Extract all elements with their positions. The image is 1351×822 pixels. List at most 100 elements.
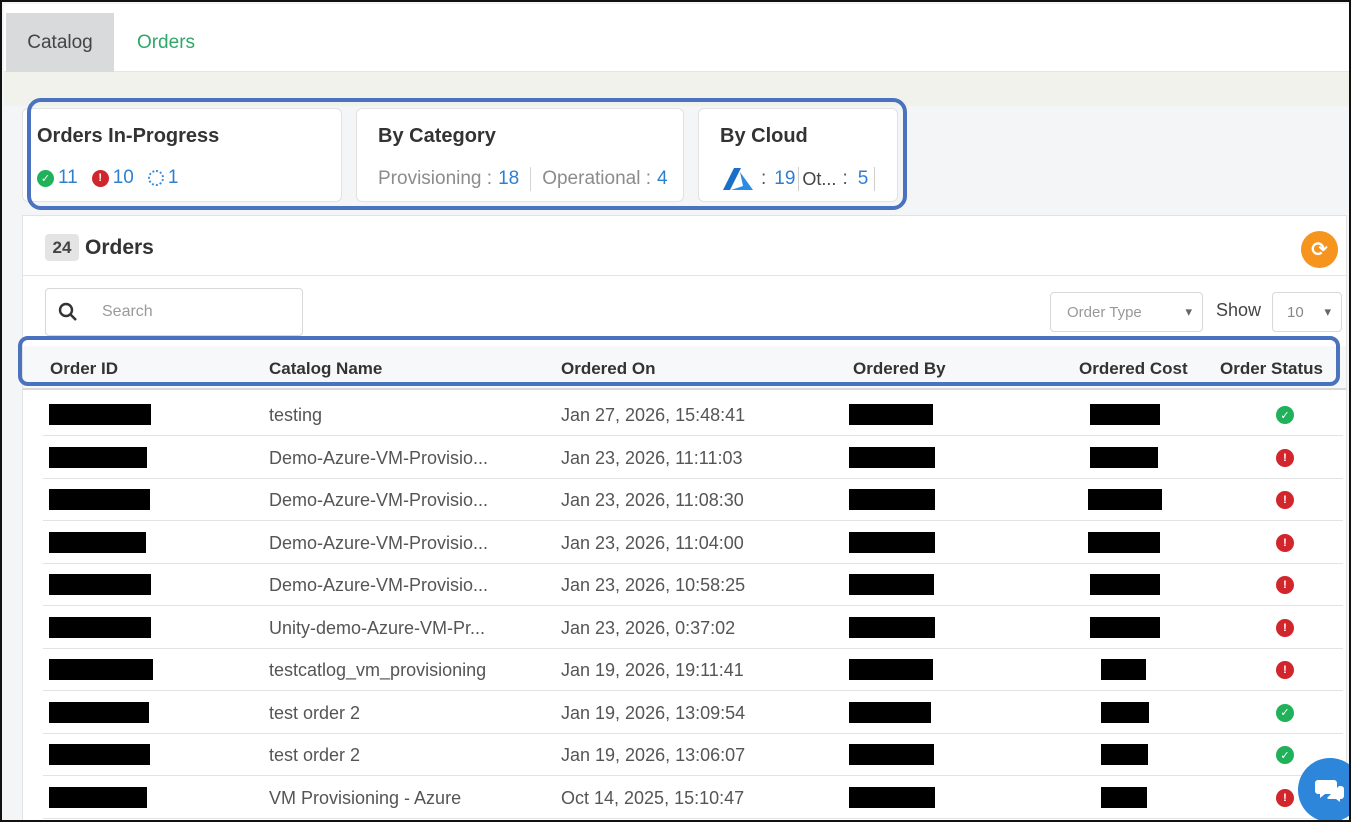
chat-icon [1315,780,1344,802]
chevron-down-icon: ▾ [1185,304,1192,319]
by-cloud-card: By Cloud : 19 Ot... : 5 [698,108,898,202]
order-id-redacted[interactable] [49,574,151,595]
order-id-redacted[interactable] [49,659,153,680]
other-cloud-count[interactable]: 5 [858,168,869,190]
by-category-card: By Category Provisioning : 18 Operationa… [356,108,684,202]
ordered-by-redacted [849,701,931,723]
column-header-order-id[interactable]: Order ID [50,359,118,379]
orders-header: 24 Orders ⟳ [23,216,1346,276]
exclamation-circle-icon[interactable]: ! [1276,491,1294,509]
catalog-name-cell: test order 2 [269,702,361,723]
catalog-name-cell: testing [269,405,323,425]
ordered-on-cell: Jan 23, 2026, 11:04:00 [561,532,744,553]
order-type-select[interactable]: Order Type ▾ [1050,292,1203,332]
table-row[interactable]: Demo-Azure-VM-Provisio... Jan 23, 2026, 1… [43,564,1343,606]
ordered-on-cell: Jan 19, 2026, 13:09:54 [561,702,746,723]
exclamation-circle-icon[interactable]: ! [1276,788,1294,807]
toolbar-strip [4,72,1349,106]
orders-panel: 24 Orders ⟳ Order Type ▾ Show 10 ▾ Order… [22,215,1347,820]
ordered-on-cell: Jan 27, 2026, 15:48:41 [561,405,746,425]
refresh-button[interactable]: ⟳ [1301,231,1338,268]
ordered-cost-redacted [1090,616,1160,638]
divider [798,167,800,191]
check-circle-icon[interactable]: ✓ [1276,746,1294,764]
ordered-by-redacted [849,404,933,425]
table-row[interactable]: testing Jan 27, 2026, 15:48:41 ✓ [43,394,1343,436]
show-label: Show [1216,300,1262,320]
success-count[interactable]: 11 [58,167,78,189]
page-size-select[interactable]: 10 ▾ [1272,292,1342,332]
table-row[interactable]: Unity-demo-Azure-VM-Pr... Jan 23, 2026, 0… [43,607,1343,649]
search-input[interactable] [102,303,272,321]
page-size-value: 10 [1287,303,1304,321]
exclamation-circle-icon[interactable]: ! [1276,576,1294,594]
ordered-on-cell: Jan 23, 2026, 10:58:25 [561,575,746,595]
column-header-ordered-cost[interactable]: Ordered Cost [1079,359,1188,379]
provisioning-count[interactable]: 18 [498,168,519,190]
order-id-redacted[interactable] [49,404,151,425]
order-id-redacted[interactable] [49,701,149,723]
failed-count[interactable]: 10 [113,167,134,189]
table-row[interactable]: test order 2 Jan 19, 2026, 13:06:07 ✓ [43,734,1343,776]
table-row[interactable]: test order 2 Jan 19, 2026, 13:09:54 ✓ [43,692,1343,734]
other-separator: : [842,168,848,189]
ordered-by-redacted [849,489,935,510]
order-id-redacted[interactable] [49,531,146,553]
orders-in-progress-card: Orders In-Progress ✓ 11 ! 10 1 [22,108,342,202]
ordered-cost-redacted [1101,701,1149,723]
ordered-by-redacted [849,531,935,553]
ordered-by-redacted [849,616,935,638]
ordered-by-redacted [849,744,934,765]
ordered-on-cell: Oct 14, 2025, 15:10:47 [561,787,745,808]
order-id-redacted[interactable] [49,786,147,808]
order-id-redacted[interactable] [49,744,150,765]
azure-count[interactable]: 19 [774,168,795,190]
ordered-by-redacted [849,446,935,468]
card-title: By Cloud [720,125,808,147]
column-header-ordered-by[interactable]: Ordered By [853,359,946,379]
exclamation-circle-icon[interactable]: ! [1276,618,1294,637]
exclamation-circle-icon[interactable]: ! [1276,448,1294,467]
card-title: Orders In-Progress [37,125,220,147]
search-icon [58,302,77,321]
table-row[interactable]: Demo-Azure-VM-Provisio... Jan 23, 2026, 1… [43,479,1343,521]
card-title: By Category [378,125,496,147]
orders-title: Orders [85,236,154,259]
table-row[interactable]: Demo-Azure-VM-Provisio... Jan 23, 2026, 1… [43,522,1343,564]
catalog-name-cell: VM Provisioning - Azure [269,787,462,808]
app-frame: Catalog Orders Orders In-Progress ✓ 11 !… [0,0,1351,822]
check-circle-icon[interactable]: ✓ [1276,406,1294,424]
catalog-name-cell: Demo-Azure-VM-Provisio... [269,575,489,595]
catalog-name-cell: Demo-Azure-VM-Provisio... [269,532,489,553]
catalog-name-cell: testcatlog_vm_provisioning [269,660,487,680]
order-id-redacted[interactable] [49,489,150,510]
tab-catalog[interactable]: Catalog [6,13,114,72]
pending-count[interactable]: 1 [168,167,179,189]
column-header-order-status[interactable]: Order Status [1220,359,1323,379]
exclamation-circle-icon[interactable]: ! [1276,661,1294,679]
order-id-redacted[interactable] [49,446,147,468]
ordered-by-redacted [849,659,933,680]
search-box[interactable] [45,288,303,336]
ordered-cost-redacted [1090,446,1158,468]
exclamation-circle-icon[interactable]: ! [1276,533,1294,552]
table-row[interactable]: VM Provisioning - Azure Oct 14, 2025, 15:… [43,777,1343,819]
catalog-name-cell: Demo-Azure-VM-Provisio... [269,490,489,510]
operational-count[interactable]: 4 [657,168,668,190]
operational-label: Operational : [542,168,651,189]
tab-orders[interactable]: Orders [124,13,208,72]
order-type-value: Order Type [1067,303,1142,321]
table-row[interactable]: Demo-Azure-VM-Provisio... Jan 23, 2026, 1… [43,437,1343,479]
column-header-ordered-on[interactable]: Ordered On [561,359,655,379]
refresh-icon: ⟳ [1311,239,1328,261]
column-header-catalog-name[interactable]: Catalog Name [269,359,382,379]
table-row[interactable]: testcatlog_vm_provisioning Jan 19, 2026, … [43,649,1343,691]
order-id-redacted[interactable] [49,616,151,638]
azure-separator: : [761,168,767,189]
table-header: Order ID Catalog Name Ordered On Ordered… [23,346,1346,390]
check-circle-icon[interactable]: ✓ [1276,703,1294,722]
catalog-name-cell: Unity-demo-Azure-VM-Pr... [269,617,486,638]
ordered-on-cell: Jan 23, 2026, 11:08:30 [561,490,744,510]
ordered-cost-redacted [1101,659,1146,680]
ordered-cost-redacted [1101,786,1147,808]
